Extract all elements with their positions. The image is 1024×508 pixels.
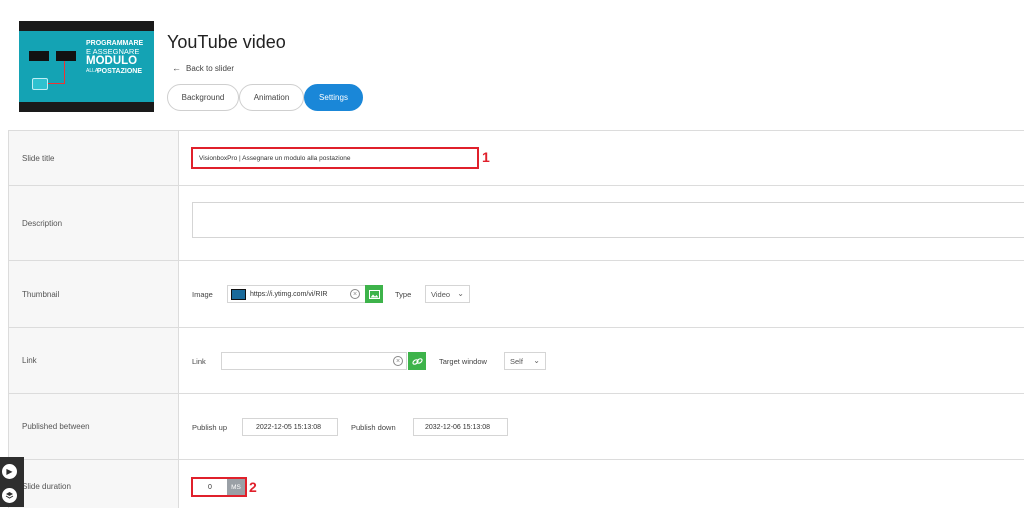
description-textarea[interactable] (192, 202, 1024, 238)
image-url-value: https://i.ytimg.com/vi/RIR (250, 290, 328, 298)
publish-down-label: Publish down (351, 423, 396, 432)
link-input[interactable] (221, 352, 407, 370)
play-icon[interactable]: ▶ (2, 464, 17, 479)
layers-icon[interactable] (2, 488, 17, 503)
tab-label: Background (181, 93, 225, 102)
arrow-left-icon: ← (172, 63, 181, 73)
thumb-text-3: MODULO (86, 55, 138, 67)
row-published-between: Published between Publish up 2022-12-05 … (8, 394, 1024, 460)
type-field-label: Type (395, 290, 412, 299)
thumb-text-5: POSTAZIONE (97, 68, 142, 75)
target-window-value: Self (510, 356, 523, 366)
row-label: Published between (8, 394, 179, 459)
tab-label: Settings (319, 93, 348, 102)
annotation-number-2: 2 (249, 479, 257, 495)
link-picker-button[interactable] (408, 352, 426, 370)
annotation-box-1 (191, 147, 479, 169)
row-slide-duration: Slide duration 0 MS 2 (8, 460, 1024, 508)
clear-circle-icon[interactable]: × (393, 356, 403, 366)
annotation-box-2 (191, 477, 247, 497)
link-field-label: Link (192, 357, 206, 366)
tab-label: Animation (253, 93, 290, 102)
row-slide-title: Slide title VisionboxPro | Assegnare un … (8, 131, 1024, 186)
row-label: Slide title (8, 131, 179, 185)
image-picker-button[interactable] (365, 285, 383, 303)
image-preview-icon (231, 288, 246, 300)
tab-settings[interactable]: Settings (304, 84, 363, 111)
thumb-card-2 (56, 51, 76, 61)
slide-thumbnail: PROGRAMMARE E ASSEGNARE MODULO ALLA POST… (19, 21, 154, 112)
back-label: Back to slider (186, 64, 235, 73)
type-select[interactable]: Video ⌄ (425, 285, 470, 303)
back-to-slider-link[interactable]: ← Back to slider (172, 63, 234, 73)
type-value: Video (431, 289, 451, 299)
chevron-down-icon: ⌄ (457, 289, 464, 298)
image-field-label: Image (192, 290, 213, 299)
row-label: Thumbnail (8, 261, 179, 327)
link-icon (411, 357, 423, 365)
row-label: Slide duration (8, 460, 179, 508)
thumb-card-1 (29, 51, 49, 61)
publish-up-label: Publish up (192, 423, 228, 432)
side-toolbar: ▶ (0, 457, 24, 507)
settings-table: Slide title VisionboxPro | Assegnare un … (8, 130, 1024, 508)
page-title: YouTube video (167, 32, 286, 52)
tab-background[interactable]: Background (167, 84, 239, 111)
slide-header: PROGRAMMARE E ASSEGNARE MODULO ALLA POST… (0, 0, 1024, 130)
tab-animation[interactable]: Animation (239, 84, 304, 111)
layers-glyph (5, 492, 14, 499)
row-description: Description (8, 186, 1024, 261)
clear-circle-icon[interactable]: × (350, 289, 360, 299)
annotation-number-1: 1 (482, 149, 490, 165)
row-label: Description (8, 186, 179, 260)
row-link: Link Link × Target window Self ⌄ (8, 328, 1024, 394)
publish-up-input[interactable]: 2022-12-05 15:13:08 (242, 418, 338, 436)
publish-down-input[interactable]: 2032-12-06 15:13:08 (413, 418, 508, 436)
chevron-down-icon: ⌄ (533, 356, 540, 365)
row-thumbnail: Thumbnail Image https://i.ytimg.com/vi/R… (8, 261, 1024, 328)
image-icon (368, 289, 380, 299)
thumb-text-1: PROGRAMMARE (86, 40, 144, 47)
target-window-select[interactable]: Self ⌄ (504, 352, 546, 370)
target-window-label: Target window (439, 357, 487, 366)
thumb-module-icon (32, 78, 48, 90)
row-label: Link (8, 328, 179, 393)
